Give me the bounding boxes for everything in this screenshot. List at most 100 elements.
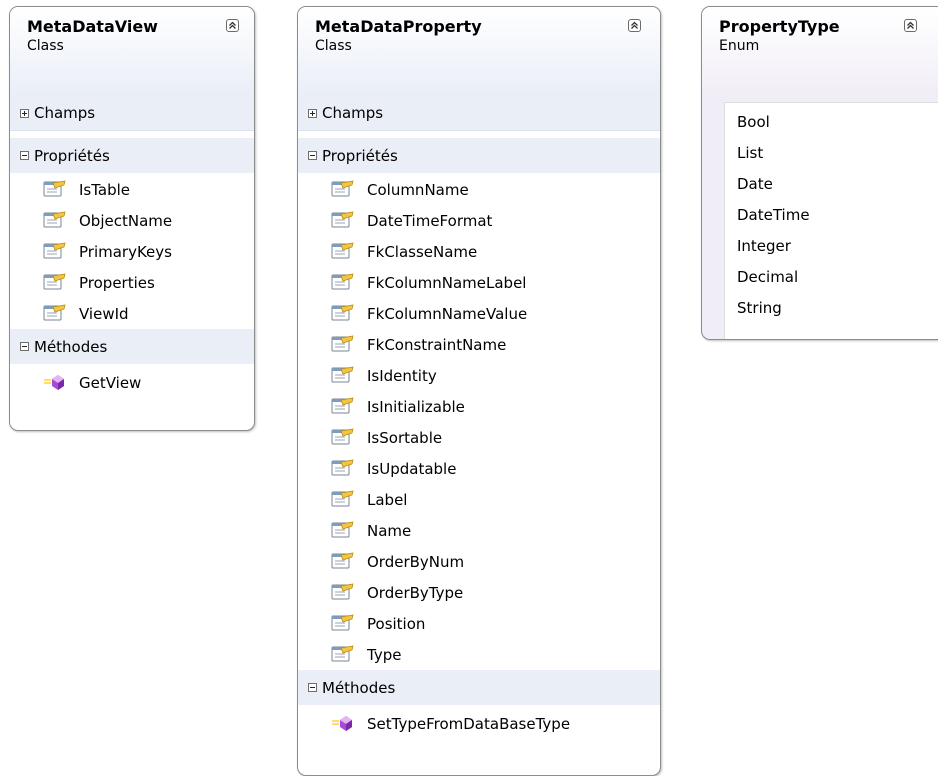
property-item[interactable]: Label (298, 484, 660, 515)
enum-value[interactable]: List (725, 138, 938, 169)
method-icon (44, 374, 64, 390)
collapse-minus-icon[interactable] (308, 683, 317, 692)
property-icon (43, 304, 66, 320)
property-item[interactable]: OrderByNum (298, 546, 660, 577)
property-icon (331, 211, 354, 227)
property-label: PrimaryKeys (79, 242, 172, 261)
section-champs[interactable]: Champs (298, 96, 660, 131)
enum-value[interactable]: Integer (725, 231, 938, 262)
section-proprietes[interactable]: Propriétés (298, 138, 660, 173)
section-methodes[interactable]: Méthodes (10, 329, 254, 364)
property-item[interactable]: Position (298, 608, 660, 639)
property-item[interactable]: Name (298, 515, 660, 546)
property-item[interactable]: ColumnName (298, 174, 660, 205)
property-label: OrderByType (367, 583, 464, 602)
class-box-metadataview[interactable]: MetaDataView Class Champs Propriétés IsT… (9, 6, 255, 431)
enum-value[interactable]: DateTime (725, 200, 938, 231)
property-icon (331, 242, 354, 258)
property-label: ColumnName (367, 180, 469, 199)
section-label: Méthodes (34, 337, 108, 356)
property-icon (331, 614, 354, 630)
property-item[interactable]: IsTable (10, 174, 254, 205)
section-label: Propriétés (34, 146, 110, 165)
enum-stereotype: Enum (719, 38, 760, 54)
enum-value[interactable]: Decimal (725, 262, 938, 293)
section-label: Propriétés (322, 146, 398, 165)
property-label: Type (367, 645, 402, 664)
enum-header[interactable]: PropertyType Enum (702, 7, 938, 96)
property-label: FkClasseName (367, 242, 478, 261)
class-box-metadataproperty[interactable]: MetaDataProperty Class Champs Propriétés… (297, 6, 661, 776)
property-item[interactable]: PrimaryKeys (10, 236, 254, 267)
expand-plus-icon[interactable] (308, 108, 317, 118)
property-item[interactable]: OrderByType (298, 577, 660, 608)
property-item[interactable]: DateTimeFormat (298, 205, 660, 236)
property-item[interactable]: Properties (10, 267, 254, 298)
property-icon (331, 273, 354, 289)
property-item[interactable]: FkClasseName (298, 236, 660, 267)
property-label: Label (367, 490, 408, 509)
enum-value-list: Bool List Date DateTime Integer Decimal … (724, 102, 938, 339)
property-label: ObjectName (79, 211, 173, 230)
enum-box-propertytype[interactable]: PropertyType Enum Bool List Date DateTim… (701, 6, 938, 340)
section-label: Champs (34, 104, 96, 122)
double-chevron-up-icon[interactable] (628, 19, 641, 32)
property-icon (331, 583, 354, 599)
property-item[interactable]: FkColumnNameValue (298, 298, 660, 329)
property-item[interactable]: ViewId (10, 298, 254, 329)
property-icon (43, 211, 66, 227)
property-label: FkColumnNameValue (367, 304, 528, 323)
method-label: SetTypeFromDataBaseType (367, 714, 571, 733)
property-label: IsInitializable (367, 397, 465, 416)
class-name: MetaDataProperty (315, 17, 482, 36)
property-icon (43, 273, 66, 289)
double-chevron-up-icon[interactable] (904, 19, 917, 32)
enum-value[interactable]: Bool (725, 107, 938, 138)
method-item[interactable]: SetTypeFromDataBaseType (298, 708, 660, 739)
property-item[interactable]: IsSortable (298, 422, 660, 453)
property-label: OrderByNum (367, 552, 465, 571)
property-icon (331, 552, 354, 568)
property-item[interactable]: ObjectName (10, 205, 254, 236)
enum-value[interactable]: Date (725, 169, 938, 200)
expand-plus-icon[interactable] (20, 108, 29, 118)
property-label: IsIdentity (367, 366, 437, 385)
section-champs[interactable]: Champs (10, 96, 254, 131)
property-item[interactable]: IsUpdatable (298, 453, 660, 484)
property-icon (331, 459, 354, 475)
class-stereotype: Class (315, 38, 352, 54)
class-stereotype: Class (27, 38, 64, 54)
property-icon (331, 490, 354, 506)
class-name: MetaDataView (27, 17, 158, 36)
property-icon (331, 521, 354, 537)
property-icon (43, 180, 66, 196)
property-icon (331, 335, 354, 351)
property-label: FkConstraintName (367, 335, 507, 354)
property-icon (331, 304, 354, 320)
property-item[interactable]: IsInitializable (298, 391, 660, 422)
method-icon (332, 715, 352, 731)
class-header[interactable]: MetaDataProperty Class (298, 7, 660, 96)
section-methodes[interactable]: Méthodes (298, 670, 660, 705)
property-item[interactable]: Type (298, 639, 660, 670)
property-item[interactable]: IsIdentity (298, 360, 660, 391)
property-icon (331, 645, 354, 661)
method-item[interactable]: GetView (10, 367, 254, 398)
collapse-minus-icon[interactable] (20, 151, 29, 160)
collapse-minus-icon[interactable] (308, 151, 317, 160)
property-item[interactable]: FkColumnNameLabel (298, 267, 660, 298)
section-label: Champs (322, 104, 384, 122)
property-item[interactable]: FkConstraintName (298, 329, 660, 360)
property-icon (331, 180, 354, 196)
class-header[interactable]: MetaDataView Class (10, 7, 254, 96)
double-chevron-up-icon[interactable] (226, 19, 239, 32)
method-label: GetView (79, 373, 142, 392)
enum-value[interactable]: String (725, 293, 938, 324)
property-label: Position (367, 614, 426, 633)
property-label: FkColumnNameLabel (367, 273, 527, 292)
property-label: Properties (79, 273, 155, 292)
section-proprietes[interactable]: Propriétés (10, 138, 254, 173)
property-icon (43, 242, 66, 258)
property-label: IsUpdatable (367, 459, 457, 478)
collapse-minus-icon[interactable] (20, 342, 29, 351)
